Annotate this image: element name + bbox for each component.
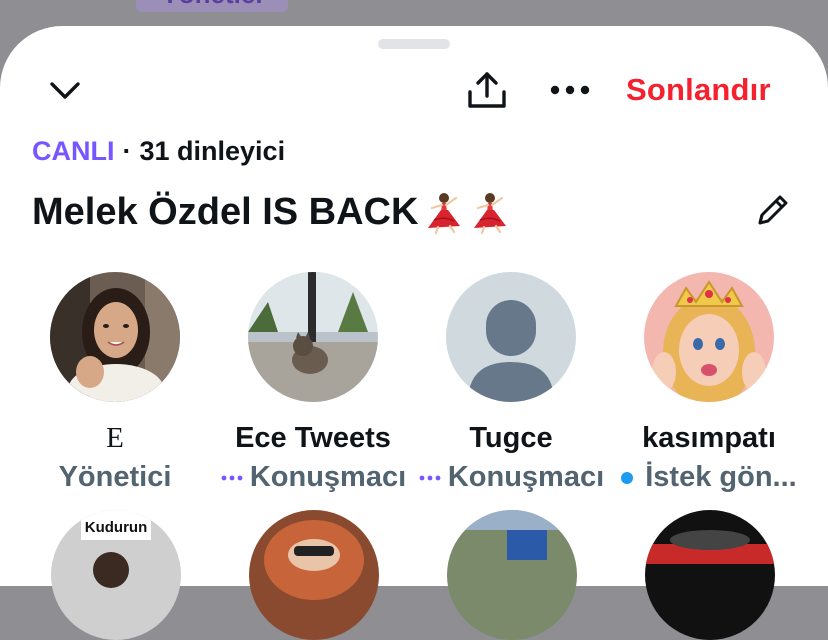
avatar[interactable] (248, 272, 378, 402)
space-sheet: Sonlandır CANLI · 31 dinleyici Melek Özd… (0, 26, 828, 640)
request-indicator-icon (621, 471, 634, 484)
participant-card[interactable]: E Yönetici (20, 272, 210, 494)
space-title: Melek Özdel IS BACK (32, 190, 510, 234)
space-status: CANLI · 31 dinleyici (32, 136, 285, 167)
speaking-indicator-icon (221, 475, 243, 480)
participant-role-text: İstek gön... (645, 461, 797, 493)
avatar-text: Kudurun (85, 519, 147, 536)
chevron-down-icon[interactable] (48, 78, 82, 104)
end-space-button[interactable]: Sonlandır (626, 72, 771, 108)
dancer-emoji-icon (428, 193, 461, 234)
avatar[interactable] (446, 272, 576, 402)
avatar[interactable]: Kudurun (51, 510, 181, 640)
participant-role: İstek gön... (614, 461, 804, 494)
participant-role-text: Yönetici (58, 461, 172, 493)
participant-name: kasımpatı (642, 422, 776, 454)
avatar[interactable] (50, 272, 180, 402)
avatar[interactable] (447, 510, 577, 640)
backdrop-role-pill: Yönetici (136, 0, 288, 12)
participant-name: E (106, 422, 124, 454)
participant-role-text: Konuşmacı (447, 461, 605, 493)
listener-count: 31 dinleyici (139, 136, 286, 166)
participant-card[interactable]: kasımpatı İstek gön... (614, 272, 804, 494)
sheet-grabber[interactable] (378, 39, 450, 49)
participant-card[interactable]: Ece Tweets Konuşmacı (218, 272, 408, 494)
space-title-text: Melek Özdel IS BACK (32, 190, 419, 233)
speaking-indicator-icon (419, 475, 441, 480)
separator: · (122, 136, 132, 166)
participant-name: Ece Tweets (235, 422, 391, 454)
participant-role: Konuşmacı (416, 461, 606, 494)
avatar[interactable] (645, 510, 775, 640)
participant-role: Konuşmacı (218, 461, 408, 494)
participant-card[interactable]: Tugce Konuşmacı (416, 272, 606, 494)
avatar[interactable] (249, 510, 379, 640)
participant-role-text: Konuşmacı (249, 461, 407, 493)
avatar[interactable] (644, 272, 774, 402)
pencil-icon[interactable] (752, 191, 792, 231)
live-label: CANLI (32, 136, 115, 166)
participant-role: Yönetici (20, 461, 210, 494)
share-icon[interactable] (466, 70, 508, 110)
dancer-emoji-icon (474, 193, 507, 234)
participant-name: Tugce (469, 422, 553, 454)
more-horizontal-icon[interactable] (549, 82, 591, 98)
